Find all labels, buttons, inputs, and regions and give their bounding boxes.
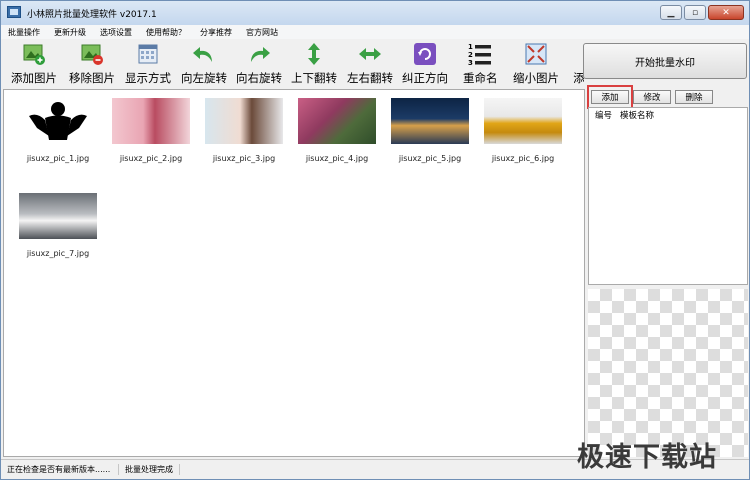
window-title: 小林照片批量处理软件 v2017.1 xyxy=(27,10,157,20)
close-button[interactable]: ✕ xyxy=(708,5,744,20)
add-image-label: 添加图片 xyxy=(11,71,57,85)
svg-text:1: 1 xyxy=(468,43,473,51)
menu-website[interactable]: 官方网站 xyxy=(239,27,285,38)
status-batch-done: 批量处理完成 xyxy=(119,464,180,475)
menu-bar: 批量操作 更新升级 选项设置 使用帮助？ 分享推荐 官方网站 xyxy=(1,25,749,39)
rotate-right-icon xyxy=(247,42,271,66)
app-window: 小林照片批量处理软件 v2017.1 ▁ ▫ ✕ 批量操作 更新升级 选项设置 … xyxy=(0,0,750,480)
start-batch-watermark-button[interactable]: 开始批量水印 xyxy=(583,43,747,79)
flip-horizontal-button[interactable]: 左右翻转 xyxy=(347,41,393,87)
more-icon xyxy=(567,42,584,66)
template-panel: 添加 修改 删除 编号 模板名称 xyxy=(587,85,749,457)
correct-orientation-button[interactable]: 纠正方向 xyxy=(402,41,448,87)
flip-vertical-icon xyxy=(302,42,326,66)
thumbnail xyxy=(298,98,376,144)
correct-orientation-icon xyxy=(413,42,437,66)
minimize-button[interactable]: ▁ xyxy=(660,5,682,20)
thumbnail xyxy=(19,98,97,144)
rotate-left-button[interactable]: 向左旋转 xyxy=(181,41,227,87)
watermark-preview xyxy=(588,289,748,457)
shrink-image-button[interactable]: 缩小图片 xyxy=(513,41,559,87)
flip-horizontal-icon xyxy=(358,42,382,66)
rotate-right-button[interactable]: 向右旋转 xyxy=(236,41,282,87)
display-mode-button[interactable]: 显示方式 xyxy=(125,41,171,87)
image-filename: jisuxz_pic_1.jpg xyxy=(26,154,90,163)
remove-image-label: 移除图片 xyxy=(69,71,115,85)
rotate-left-label: 向左旋转 xyxy=(181,71,227,85)
thumbnail xyxy=(205,98,283,144)
maximize-button[interactable]: ▫ xyxy=(684,5,706,20)
toolbar: 添加图片 移除图片 显示方式 向左旋转 向右旋转 上下翻转 左右翻转 纠正方向 … xyxy=(1,39,584,89)
add-image-icon xyxy=(22,42,46,66)
add-image-button[interactable]: 添加图片 xyxy=(11,41,57,87)
menu-update[interactable]: 更新升级 xyxy=(47,27,93,38)
image-item[interactable]: jisuxz_pic_7.jpg xyxy=(18,193,98,258)
image-item[interactable]: jisuxz_pic_3.jpg xyxy=(204,98,284,163)
svg-text:3: 3 xyxy=(468,59,473,66)
thumbnail xyxy=(484,98,562,144)
maximize-icon: ▫ xyxy=(691,7,699,18)
user-group-logo-icon xyxy=(29,102,87,140)
image-filename: jisuxz_pic_3.jpg xyxy=(212,154,276,163)
flip-vertical-button[interactable]: 上下翻转 xyxy=(291,41,337,87)
template-list[interactable]: 编号 模板名称 xyxy=(588,107,748,285)
remove-image-icon xyxy=(80,42,104,66)
flip-vertical-label: 上下翻转 xyxy=(291,71,337,85)
image-filename: jisuxz_pic_2.jpg xyxy=(119,154,183,163)
remove-image-button[interactable]: 移除图片 xyxy=(69,41,115,87)
display-mode-label: 显示方式 xyxy=(125,71,171,85)
site-watermark: 极速下载站 xyxy=(577,442,717,473)
menu-options[interactable]: 选项设置 xyxy=(93,27,139,38)
rename-list-icon: 123 xyxy=(468,42,492,67)
column-template-name[interactable]: 模板名称 xyxy=(620,109,654,121)
image-item[interactable]: jisuxz_pic_1.jpg xyxy=(18,98,98,163)
image-item[interactable]: jisuxz_pic_5.jpg xyxy=(390,98,470,163)
menu-share[interactable]: 分享推荐 xyxy=(193,27,239,38)
rotate-left-icon xyxy=(192,42,216,66)
column-id[interactable]: 编号 xyxy=(595,109,612,121)
menu-batch[interactable]: 批量操作 xyxy=(1,27,47,38)
more-tools-button[interactable]: 添 xyxy=(567,41,584,87)
image-list[interactable]: jisuxz_pic_1.jpg jisuxz_pic_2.jpg jisuxz… xyxy=(3,89,585,457)
status-update-check: 正在检查是否有最新版本...... xyxy=(1,464,119,475)
thumbnail xyxy=(112,98,190,144)
image-item[interactable]: jisuxz_pic_4.jpg xyxy=(297,98,377,163)
svg-text:2: 2 xyxy=(468,51,473,59)
menu-help[interactable]: 使用帮助？ xyxy=(139,27,193,38)
edit-template-button[interactable]: 修改 xyxy=(633,90,671,104)
display-mode-icon xyxy=(136,42,160,66)
correct-orientation-label: 纠正方向 xyxy=(402,71,448,85)
image-filename: jisuxz_pic_7.jpg xyxy=(26,249,90,258)
image-filename: jisuxz_pic_6.jpg xyxy=(491,154,555,163)
app-icon xyxy=(7,6,21,18)
add-template-button[interactable]: 添加 xyxy=(591,90,629,104)
title-bar[interactable]: 小林照片批量处理软件 v2017.1 ▁ ▫ ✕ xyxy=(1,1,749,25)
rename-label: 重命名 xyxy=(463,71,498,85)
delete-template-button[interactable]: 删除 xyxy=(675,90,713,104)
image-filename: jisuxz_pic_4.jpg xyxy=(305,154,369,163)
close-icon: ✕ xyxy=(722,7,730,18)
image-item[interactable]: jisuxz_pic_2.jpg xyxy=(111,98,191,163)
image-item[interactable]: jisuxz_pic_6.jpg xyxy=(483,98,563,163)
rename-button[interactable]: 123 重命名 xyxy=(463,41,498,87)
flip-horizontal-label: 左右翻转 xyxy=(347,71,393,85)
minimize-icon: ▁ xyxy=(667,7,675,18)
image-filename: jisuxz_pic_5.jpg xyxy=(398,154,462,163)
shrink-image-icon xyxy=(524,42,548,66)
template-list-header: 编号 模板名称 xyxy=(589,108,747,121)
shrink-image-label: 缩小图片 xyxy=(513,71,559,85)
thumbnail xyxy=(391,98,469,144)
thumbnail xyxy=(19,193,97,239)
rotate-right-label: 向右旋转 xyxy=(236,71,282,85)
